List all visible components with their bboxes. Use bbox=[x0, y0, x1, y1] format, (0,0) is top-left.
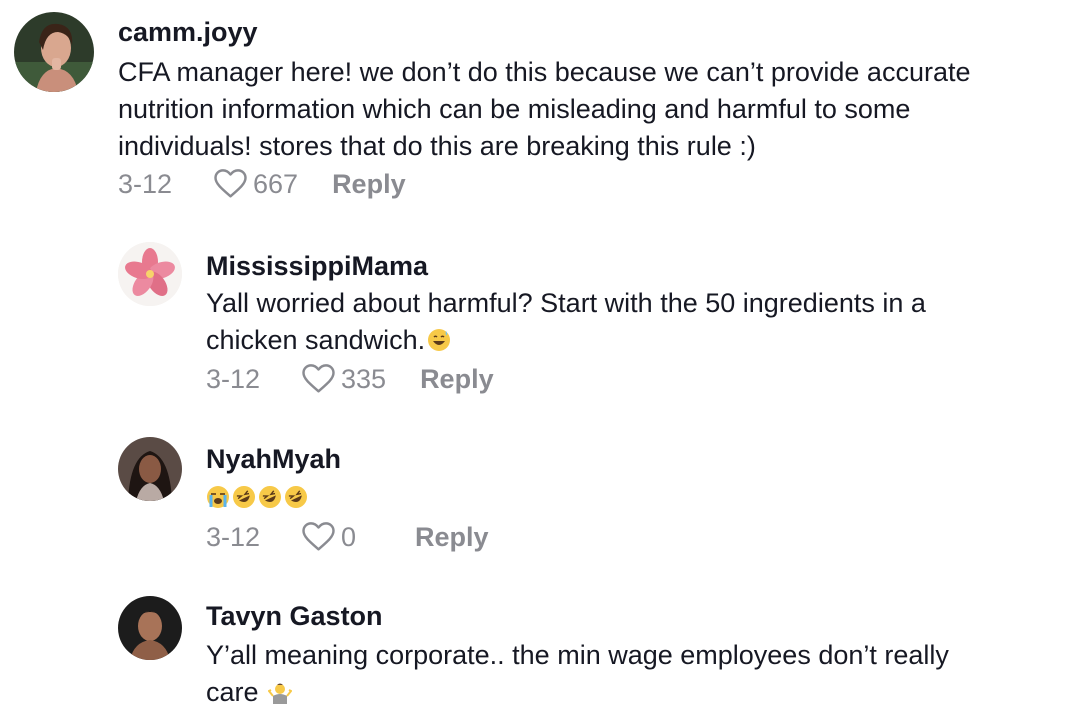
comment-date: 3-12 bbox=[206, 521, 261, 552]
comment-meta: 3-12 667 Reply bbox=[118, 166, 406, 202]
comment-username[interactable]: NyahMyah bbox=[206, 443, 341, 475]
comment-text-line: Yall worried about harmful? Start with t… bbox=[206, 288, 926, 318]
comment-text: CFA manager here! we don’t do this becau… bbox=[118, 54, 1058, 165]
like-button[interactable]: 0 bbox=[302, 522, 381, 553]
person-shrugging-emoji-icon bbox=[268, 680, 293, 704]
avatar[interactable] bbox=[118, 242, 182, 306]
reply-comment-item: NyahMyah 3-12 0 Reply bbox=[0, 425, 1080, 575]
avatar[interactable] bbox=[118, 437, 182, 501]
comment-username[interactable]: camm.joyy bbox=[118, 16, 258, 48]
like-button[interactable]: 335 bbox=[302, 364, 386, 395]
reply-button[interactable]: Reply bbox=[415, 522, 489, 553]
rofl-emoji-icon bbox=[258, 485, 282, 509]
comment-text: Yall worried about harmful? Start with t… bbox=[206, 285, 1056, 359]
comment-text-line: Y’all meaning corporate.. the min wage e… bbox=[206, 640, 949, 670]
comment-text-line: individuals! stores that do this are bre… bbox=[118, 131, 756, 161]
comment-text: Y’all meaning corporate.. the min wage e… bbox=[206, 637, 1056, 711]
like-count: 335 bbox=[341, 363, 387, 394]
reply-button[interactable]: Reply bbox=[420, 364, 494, 395]
like-count: 667 bbox=[253, 168, 299, 199]
reply-button[interactable]: Reply bbox=[332, 169, 406, 200]
reply-comment-item: MississippiMama Yall worried about harmf… bbox=[0, 230, 1080, 410]
comment-date: 3-12 bbox=[118, 168, 173, 199]
comment-text-segment: chicken sandwich. bbox=[206, 325, 426, 355]
comment-emoji-row bbox=[206, 479, 308, 516]
like-count: 0 bbox=[341, 521, 357, 552]
comment-text-line: care bbox=[206, 674, 1056, 711]
comment-text-line: chicken sandwich. bbox=[206, 322, 1056, 359]
comment-text-segment: care bbox=[206, 677, 259, 707]
comment-item: camm.joyy CFA manager here! we don’t do … bbox=[0, 0, 1080, 210]
comment-text-line: nutrition information which can be misle… bbox=[118, 94, 911, 124]
comment-text-line: CFA manager here! we don’t do this becau… bbox=[118, 57, 971, 87]
profile-photo-icon bbox=[118, 596, 182, 660]
grinning-sweat-emoji-icon bbox=[427, 328, 451, 352]
heart-icon bbox=[214, 169, 247, 198]
comment-meta: 3-12 0 Reply bbox=[206, 519, 489, 555]
comment-meta: 3-12 335 Reply bbox=[206, 361, 494, 397]
rofl-emoji-icon bbox=[284, 485, 308, 509]
reply-comment-item: Tavyn Gaston Y’all meaning corporate.. t… bbox=[0, 585, 1080, 714]
comment-username[interactable]: Tavyn Gaston bbox=[206, 600, 383, 632]
avatar[interactable] bbox=[14, 12, 94, 92]
comment-date: 3-12 bbox=[206, 363, 261, 394]
comment-username[interactable]: MississippiMama bbox=[206, 250, 428, 282]
profile-photo-icon bbox=[118, 437, 182, 501]
plumeria-flower-icon bbox=[118, 242, 182, 306]
loudly-crying-emoji-icon bbox=[206, 485, 230, 509]
heart-icon bbox=[302, 364, 335, 393]
rofl-emoji-icon bbox=[232, 485, 256, 509]
heart-icon bbox=[302, 522, 335, 551]
like-button[interactable]: 667 bbox=[214, 169, 298, 200]
comment-thread: camm.joyy CFA manager here! we don’t do … bbox=[0, 0, 1080, 714]
avatar[interactable] bbox=[118, 596, 182, 660]
profile-photo-icon bbox=[14, 12, 94, 92]
